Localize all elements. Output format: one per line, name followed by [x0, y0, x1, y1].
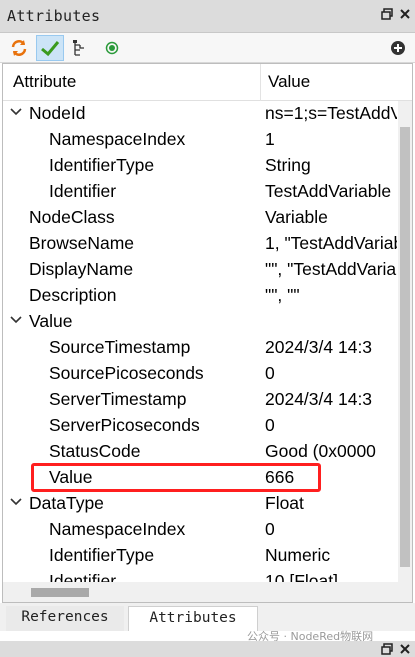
column-divider[interactable]	[260, 64, 261, 101]
attribute-name: StatusCode	[49, 441, 141, 461]
attribute-column-header[interactable]: Attribute	[13, 72, 76, 92]
attribute-value: Float	[265, 493, 304, 513]
attribute-name: DataType	[29, 493, 104, 513]
value-highlight-box	[31, 463, 321, 492]
attribute-value: 2024/3/4 14:3	[265, 389, 373, 409]
tab-attributes[interactable]: Attributes	[128, 606, 258, 631]
attribute-row[interactable]: NodeClass Variable	[3, 205, 397, 231]
attribute-name: DisplayName	[29, 259, 134, 279]
attribute-value: 2024/3/4 14:3	[265, 337, 373, 357]
attribute-row[interactable]: DataType Float	[3, 491, 397, 517]
attribute-name: SourcePicoseconds	[49, 363, 204, 383]
attribute-value: 1, "TestAddVariable"	[265, 233, 397, 253]
attribute-row[interactable]: SourcePicoseconds 0	[3, 361, 397, 387]
attribute-name: ServerTimestamp	[49, 389, 187, 409]
attribute-value: TestAddVariable	[265, 181, 392, 201]
attribute-value: 1	[265, 129, 275, 149]
attribute-row[interactable]: NodeId ns=1;s=TestAddVariable	[3, 101, 397, 127]
checkmark-icon[interactable]	[36, 35, 64, 61]
attribute-row[interactable]: IdentifierType String	[3, 153, 397, 179]
attribute-rows: NodeId ns=1;s=TestAddVariable NamespaceInd…	[3, 101, 397, 595]
refresh-icon[interactable]	[5, 35, 33, 61]
attribute-value: 0	[265, 519, 275, 539]
float-icon-bottom[interactable]	[380, 643, 394, 657]
chevron-down-icon[interactable]	[9, 312, 23, 328]
attribute-row[interactable]: NamespaceIndex 0	[3, 517, 397, 543]
attribute-row[interactable]: IdentifierType Numeric	[3, 543, 397, 569]
tree-icon[interactable]	[66, 35, 94, 61]
attribute-name: IdentifierType	[49, 155, 155, 175]
attribute-name: NamespaceIndex	[49, 129, 186, 149]
attribute-row[interactable]: Value	[3, 309, 397, 335]
vertical-scrollbar[interactable]	[398, 101, 412, 602]
panel-titlebar: Attributes	[0, 0, 415, 33]
chevron-down-icon[interactable]	[9, 494, 23, 510]
panel-title: Attributes	[7, 7, 101, 25]
attribute-name: ServerPicoseconds	[49, 415, 200, 435]
attribute-name: SourceTimestamp	[49, 337, 191, 357]
attribute-grid: Attribute Value NodeId ns=1;s=TestAddVari…	[2, 63, 413, 603]
attribute-name: NamespaceIndex	[49, 519, 186, 539]
grid-header: Attribute Value	[3, 64, 412, 101]
value-column-header[interactable]: Value	[268, 72, 310, 92]
attribute-name: Description	[29, 285, 117, 305]
attribute-value: ns=1;s=TestAddVariable	[265, 103, 397, 123]
radio-icon[interactable]	[98, 35, 126, 61]
attribute-row[interactable]: ServerPicoseconds 0	[3, 413, 397, 439]
attribute-row[interactable]: NamespaceIndex 1	[3, 127, 397, 153]
close-icon-bottom[interactable]	[398, 643, 412, 657]
attribute-row[interactable]: StatusCode Good (0x0000	[3, 439, 397, 465]
float-icon[interactable]	[380, 8, 394, 22]
tab-references[interactable]: References	[6, 606, 124, 631]
attribute-name: Identifier	[49, 181, 117, 201]
attribute-value: "", ""	[265, 285, 300, 305]
close-icon[interactable]	[398, 8, 412, 22]
attribute-name: NodeId	[29, 103, 86, 123]
attribute-row[interactable]: DisplayName "", "TestAddVariable"	[3, 257, 397, 283]
attribute-value: Good (0x0000	[265, 441, 376, 461]
horizontal-scrollbar[interactable]	[3, 582, 398, 602]
attribute-row[interactable]: Identifier TestAddVariable	[3, 179, 397, 205]
attribute-row[interactable]: BrowseName 1, "TestAddVariable"	[3, 231, 397, 257]
chevron-down-icon[interactable]	[9, 104, 23, 120]
attribute-name: BrowseName	[29, 233, 135, 253]
horizontal-scroll-thumb[interactable]	[31, 588, 89, 597]
attribute-value: String	[265, 155, 311, 175]
vertical-scroll-thumb[interactable]	[400, 127, 410, 567]
bottom-bar	[0, 641, 415, 657]
attribute-row[interactable]: Description "", ""	[3, 283, 397, 309]
attribute-value: 0	[265, 363, 275, 383]
attribute-name: Value	[29, 311, 73, 331]
attribute-value: Numeric	[265, 545, 331, 565]
attribute-value: 0	[265, 415, 275, 435]
toolbar	[0, 33, 415, 63]
attribute-row[interactable]: ServerTimestamp 2024/3/4 14:3	[3, 387, 397, 413]
attribute-name: IdentifierType	[49, 545, 155, 565]
attribute-name: NodeClass	[29, 207, 115, 227]
attribute-row[interactable]: SourceTimestamp 2024/3/4 14:3	[3, 335, 397, 361]
add-icon[interactable]	[384, 35, 412, 61]
attribute-value: "", "TestAddVariable"	[265, 259, 397, 279]
attribute-value: Variable	[265, 207, 328, 227]
tab-bar: References Attributes	[0, 603, 415, 631]
